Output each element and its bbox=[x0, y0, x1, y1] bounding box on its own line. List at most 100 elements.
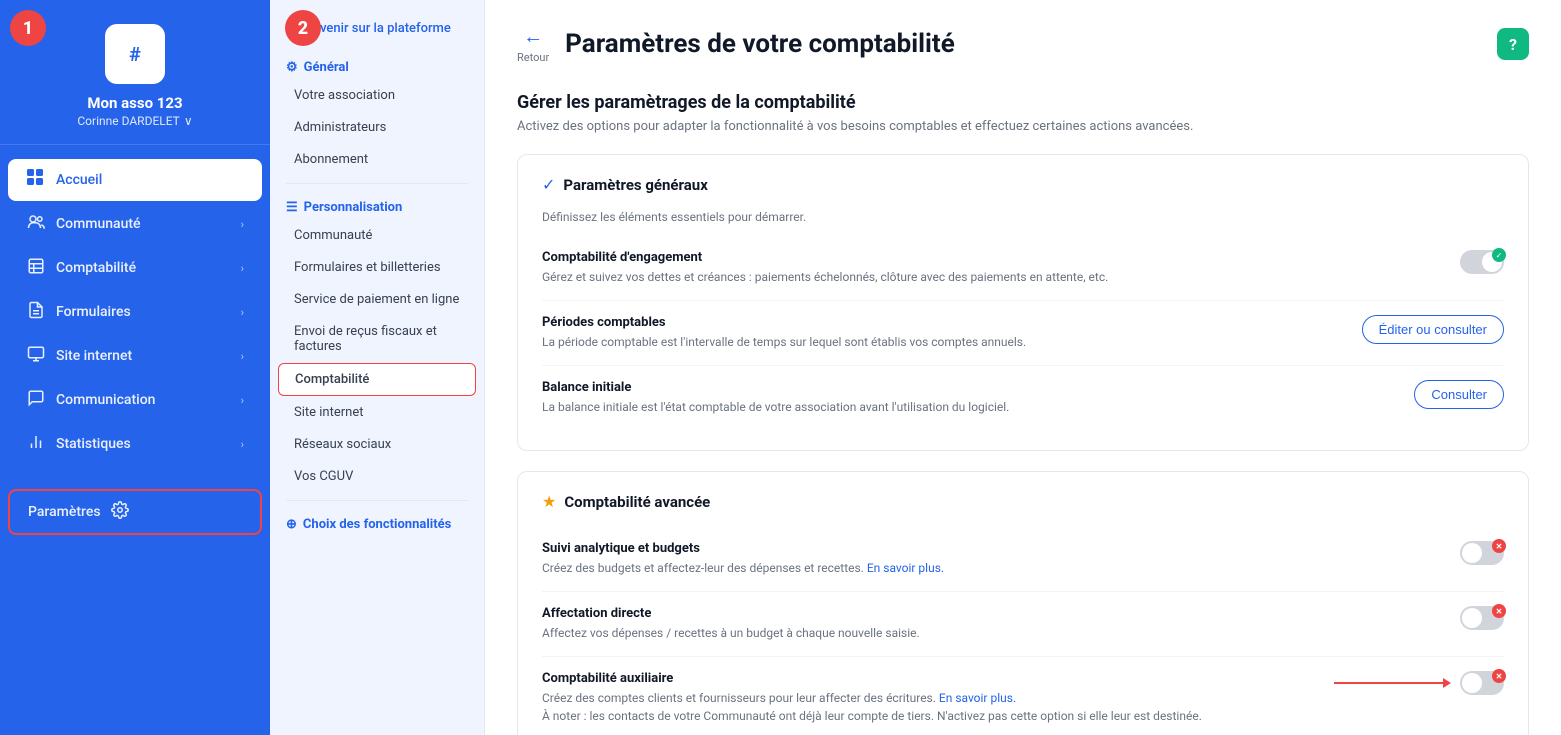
toggle-auxiliaire[interactable]: ✕ bbox=[1460, 671, 1504, 695]
table-icon bbox=[26, 257, 46, 279]
sub-nav-section-fonctionnalites[interactable]: ⊕ Choix des fonctionnalités bbox=[270, 509, 484, 536]
sub-nav-item-cguv[interactable]: Vos CGUV bbox=[278, 461, 476, 492]
main-header: ← Retour Paramètres de votre comptabilit… bbox=[517, 24, 1529, 64]
list-icon: ☰ bbox=[286, 200, 298, 215]
sidebar: # Mon asso 123 Corinne DARDELET ∨ bbox=[0, 0, 270, 735]
arrow-annotation bbox=[1334, 682, 1444, 684]
sidebar-item-label-site: Site internet bbox=[56, 348, 231, 364]
learn-more-link-analytique[interactable]: En savoir plus. bbox=[867, 561, 944, 575]
sub-nav-divider-1 bbox=[286, 183, 468, 184]
check-blue-icon: ✓ bbox=[542, 175, 555, 194]
param-info-periodes: Périodes comptables La période comptable… bbox=[542, 315, 1342, 351]
param-info-balance: Balance initiale La balance initiale est… bbox=[542, 380, 1394, 416]
param-row-periodes: Périodes comptables La période comptable… bbox=[542, 301, 1504, 366]
param-info-affectation: Affectation directe Affectez vos dépense… bbox=[542, 606, 1440, 642]
section-title-row: Gérer les paramètrages de la comptabilit… bbox=[517, 92, 1529, 113]
sub-nav-item-site-internet[interactable]: Site internet bbox=[278, 397, 476, 428]
sidebar-item-label-statistiques: Statistiques bbox=[56, 436, 231, 452]
sidebar-item-comptabilite[interactable]: Comptabilité › bbox=[8, 247, 262, 289]
sub-nav-item-communaute[interactable]: Communauté bbox=[278, 220, 476, 251]
sidebar-item-site-internet[interactable]: Site internet › bbox=[8, 335, 262, 377]
sub-nav-item-administrateurs[interactable]: Administrateurs bbox=[278, 112, 476, 143]
param-desc-affectation: Affectez vos dépenses / recettes à un bu… bbox=[542, 624, 1362, 642]
help-button[interactable]: ? bbox=[1497, 28, 1529, 60]
param-action-balance[interactable]: Consulter bbox=[1414, 380, 1504, 409]
param-action-periodes[interactable]: Éditer ou consulter bbox=[1362, 315, 1504, 344]
card-header-avancee: ★ Comptabilité avancée bbox=[542, 492, 1504, 511]
toggle-engagement[interactable]: ✓ bbox=[1460, 250, 1504, 274]
step-badge-1: 1 bbox=[10, 10, 46, 46]
param-info-auxiliaire: Comptabilité auxiliaire Créez des compte… bbox=[542, 671, 1314, 725]
chevron-right-icon2: › bbox=[241, 262, 244, 275]
sidebar-item-formulaires[interactable]: Formulaires › bbox=[8, 291, 262, 333]
consulter-button[interactable]: Consulter bbox=[1414, 380, 1504, 409]
toggle-x-badge-analytique: ✕ bbox=[1492, 539, 1506, 553]
sidebar-item-statistiques[interactable]: Statistiques › bbox=[8, 423, 262, 465]
chevron-right-icon6: › bbox=[241, 438, 244, 451]
toggle-x-badge-auxiliaire: ✕ bbox=[1492, 669, 1506, 683]
editer-consulter-button[interactable]: Éditer ou consulter bbox=[1362, 315, 1504, 344]
toggle-analytique[interactable]: ✕ bbox=[1460, 541, 1504, 565]
sidebar-nav: Accueil Communauté › bbox=[0, 145, 270, 735]
learn-more-link-auxiliaire[interactable]: En savoir plus. bbox=[939, 691, 1016, 705]
arrow-left-big-icon: ← bbox=[523, 24, 543, 49]
sidebar-item-communaute[interactable]: Communauté › bbox=[8, 203, 262, 245]
chart-icon bbox=[26, 433, 46, 455]
sub-nav-item-votre-association[interactable]: Votre association bbox=[278, 80, 476, 111]
param-action-affectation[interactable]: ✕ bbox=[1460, 606, 1504, 630]
card-header-generaux: ✓ Paramètres généraux bbox=[542, 175, 1504, 194]
star-icon: ★ bbox=[542, 492, 556, 511]
page-title: Paramètres de votre comptabilité bbox=[565, 29, 955, 59]
arrow-head bbox=[1443, 678, 1451, 688]
sidebar-item-communication[interactable]: Communication › bbox=[8, 379, 262, 421]
users-icon bbox=[26, 213, 46, 235]
section-main-title: Gérer les paramètrages de la comptabilit… bbox=[517, 92, 1529, 113]
sub-nav-section-general: ⚙ Général bbox=[270, 52, 484, 79]
sidebar-item-label-formulaires: Formulaires bbox=[56, 304, 231, 320]
sidebar-item-accueil[interactable]: Accueil bbox=[8, 159, 262, 201]
sub-nav-section-personnalisation: ☰ Personnalisation bbox=[270, 192, 484, 219]
param-name-affectation: Affectation directe bbox=[542, 606, 1440, 621]
param-action-engagement[interactable]: ✓ bbox=[1460, 250, 1504, 274]
toggle-affectation[interactable]: ✕ bbox=[1460, 606, 1504, 630]
param-action-auxiliaire[interactable]: ✕ bbox=[1334, 671, 1504, 695]
card-subtitle-generaux: Définissez les éléments essentiels pour … bbox=[542, 210, 1504, 224]
param-desc-engagement: Gérez et suivez vos dettes et créances :… bbox=[542, 268, 1362, 286]
plus-circle-icon: ⊕ bbox=[286, 517, 297, 532]
chat-icon bbox=[26, 389, 46, 411]
param-info-engagement: Comptabilité d'engagement Gérez et suive… bbox=[542, 250, 1440, 286]
org-name: Mon asso 123 bbox=[87, 94, 182, 112]
monitor-icon bbox=[26, 345, 46, 367]
sub-nav-item-paiement[interactable]: Service de paiement en ligne bbox=[278, 284, 476, 315]
sidebar-item-parametres[interactable]: Paramètres bbox=[8, 489, 262, 535]
param-row-auxiliaire: Comptabilité auxiliaire Créez des compte… bbox=[542, 657, 1504, 735]
param-action-analytique[interactable]: ✕ bbox=[1460, 541, 1504, 565]
chevron-right-icon: › bbox=[241, 218, 244, 231]
sub-nav-item-formulaires[interactable]: Formulaires et billetteries bbox=[278, 252, 476, 283]
gear-icon bbox=[111, 501, 129, 523]
chevron-right-icon4: › bbox=[241, 350, 244, 363]
document-icon bbox=[26, 301, 46, 323]
card-params-generaux: ✓ Paramètres généraux Définissez les élé… bbox=[517, 154, 1529, 451]
sidebar-item-label-parametres: Paramètres bbox=[28, 504, 101, 520]
param-desc-periodes: La période comptable est l'intervalle de… bbox=[542, 333, 1342, 351]
sub-nav-item-recus[interactable]: Envoi de reçus fiscaux et factures bbox=[278, 316, 476, 362]
org-avatar: # bbox=[105, 24, 165, 84]
sub-nav-item-comptabilite[interactable]: Comptabilité bbox=[278, 363, 476, 396]
param-name-auxiliaire: Comptabilité auxiliaire bbox=[542, 671, 1314, 686]
sidebar-item-label-accueil: Accueil bbox=[56, 172, 244, 188]
card-title-generaux: Paramètres généraux bbox=[563, 176, 707, 194]
chevron-right-icon3: › bbox=[241, 306, 244, 319]
param-row-engagement: Comptabilité d'engagement Gérez et suive… bbox=[542, 236, 1504, 301]
gear-small-icon: ⚙ bbox=[286, 60, 298, 75]
sub-nav: ← Revenir sur la plateforme ⚙ Général Vo… bbox=[270, 0, 485, 735]
param-desc-auxiliaire: Créez des comptes clients et fournisseur… bbox=[542, 689, 1314, 725]
toggle-check-badge: ✓ bbox=[1492, 248, 1506, 262]
param-desc-balance: La balance initiale est l'état comptable… bbox=[542, 398, 1362, 416]
sub-nav-item-reseaux[interactable]: Réseaux sociaux bbox=[278, 429, 476, 460]
back-button[interactable]: ← Retour bbox=[517, 24, 549, 64]
param-row-affectation: Affectation directe Affectez vos dépense… bbox=[542, 592, 1504, 657]
svg-text:#: # bbox=[129, 43, 141, 66]
sub-nav-item-abonnement[interactable]: Abonnement bbox=[278, 144, 476, 175]
toggle-x-badge-affectation: ✕ bbox=[1492, 604, 1506, 618]
